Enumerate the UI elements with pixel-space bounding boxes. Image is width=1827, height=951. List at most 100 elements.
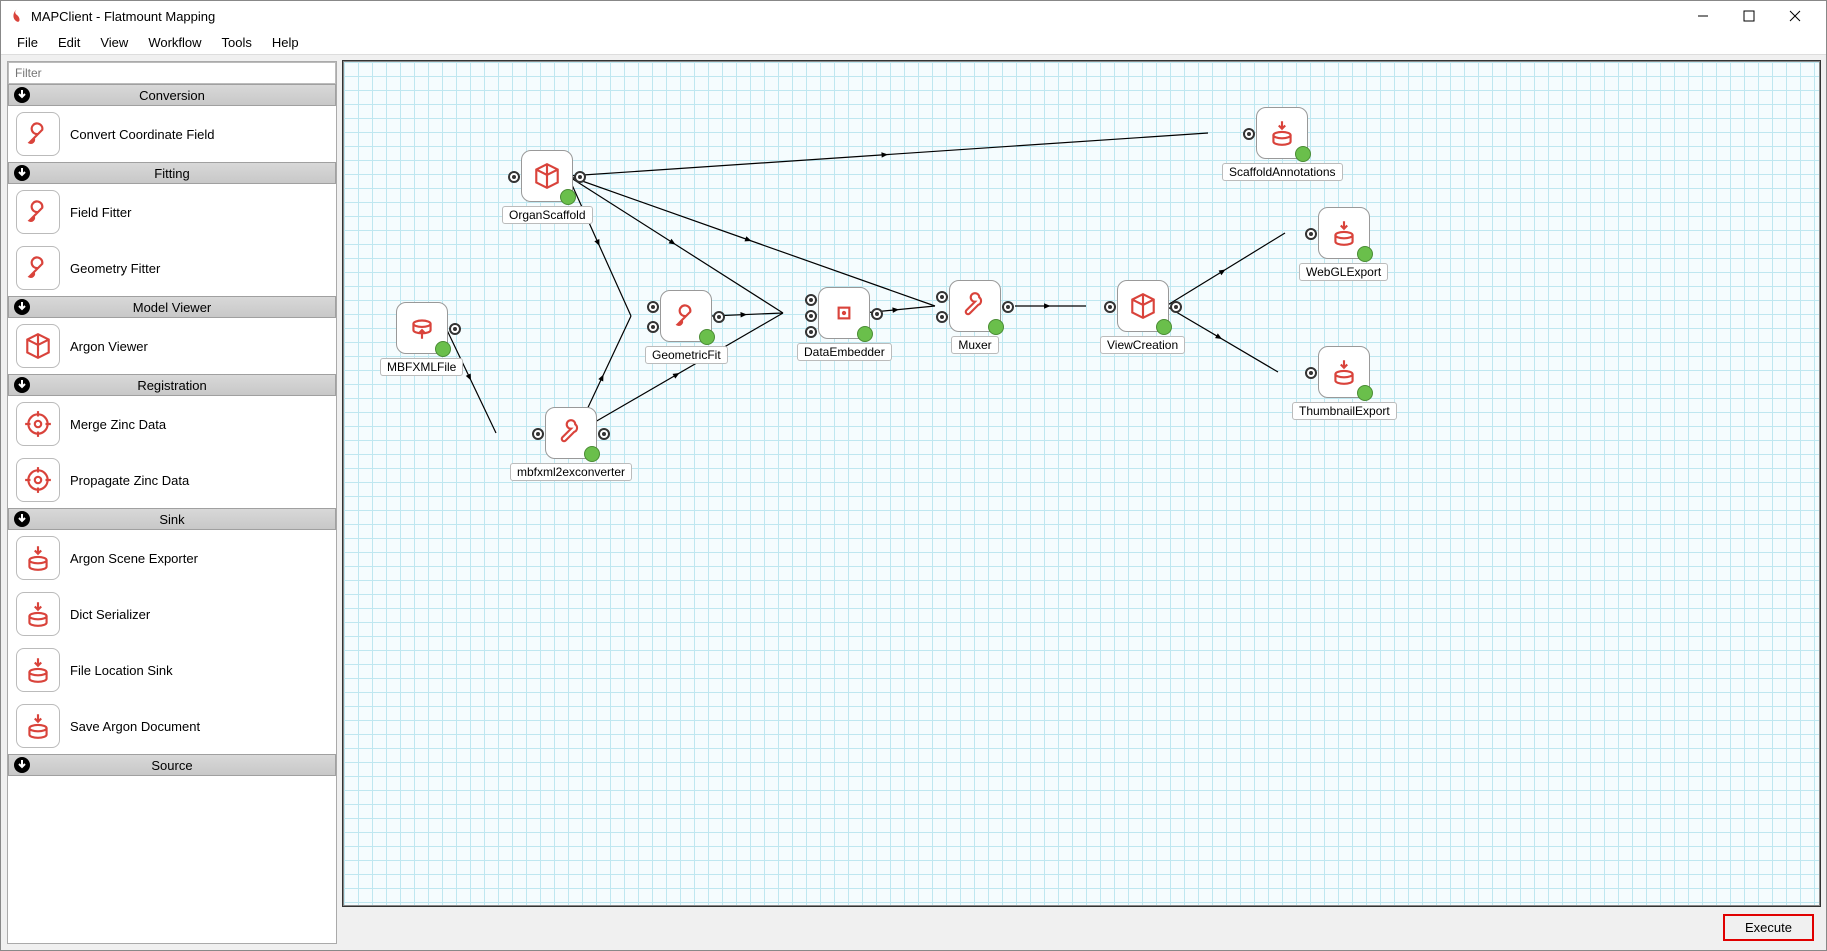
port-out[interactable] — [449, 323, 461, 335]
status-ok-icon — [1357, 246, 1373, 262]
port-in[interactable] — [805, 326, 817, 338]
port-in[interactable] — [647, 301, 659, 313]
collapse-icon — [13, 376, 31, 394]
port-in[interactable] — [1104, 301, 1116, 313]
port-in[interactable] — [805, 294, 817, 306]
port-in[interactable] — [805, 310, 817, 322]
status-ok-icon — [1357, 385, 1373, 401]
port-out[interactable] — [1002, 301, 1014, 313]
category-title: Model Viewer — [9, 300, 335, 315]
workflow-canvas[interactable]: OrganScaffold MBFXMLFile mbfxml2exconverte… — [343, 61, 1820, 906]
menu-edit[interactable]: Edit — [48, 33, 90, 52]
status-ok-icon — [699, 329, 715, 345]
cube-icon — [1128, 291, 1158, 321]
tool-label: Field Fitter — [70, 205, 131, 220]
category-title: Registration — [9, 378, 335, 393]
port-out[interactable] — [1170, 301, 1182, 313]
tool-item[interactable]: Convert Coordinate Field — [8, 106, 336, 162]
tool-label: Argon Viewer — [70, 339, 148, 354]
port-in[interactable] — [647, 321, 659, 333]
port-out[interactable] — [871, 308, 883, 320]
tool-label: Dict Serializer — [70, 607, 150, 622]
filter-input[interactable] — [8, 62, 336, 84]
workflow-node-mbfxmlfile[interactable]: MBFXMLFile — [380, 302, 463, 376]
close-button[interactable] — [1772, 1, 1818, 31]
node-label: WebGLExport — [1299, 263, 1388, 281]
workflow-node-mbfxml2exconverter[interactable]: mbfxml2exconverter — [510, 407, 632, 481]
tool-item[interactable]: Propagate Zinc Data — [8, 452, 336, 508]
port-in[interactable] — [532, 428, 544, 440]
wrench-icon — [16, 112, 60, 156]
menu-tools[interactable]: Tools — [212, 33, 262, 52]
database-icon — [16, 704, 60, 748]
tool-sidebar: Conversion Convert Coordinate Field Fittin… — [7, 61, 337, 944]
database-icon — [16, 536, 60, 580]
menu-help[interactable]: Help — [262, 33, 309, 52]
port-in[interactable] — [508, 171, 520, 183]
workflow-node-thumbnailexport[interactable]: ThumbnailExport — [1292, 346, 1397, 420]
node-label: ScaffoldAnnotations — [1222, 163, 1343, 181]
node-box — [1256, 107, 1308, 159]
tool-item[interactable]: Save Argon Document — [8, 698, 336, 754]
node-box — [396, 302, 448, 354]
category-title: Fitting — [9, 166, 335, 181]
category-header-sink[interactable]: Sink — [8, 508, 336, 530]
workflow-node-geometricfit[interactable]: GeometricFit — [645, 290, 728, 364]
status-ok-icon — [1156, 319, 1172, 335]
execute-button[interactable]: Execute — [1723, 914, 1814, 941]
workflow-node-dataembedder[interactable]: DataEmbedder — [797, 287, 892, 361]
wrench-icon — [16, 190, 60, 234]
port-in[interactable] — [936, 311, 948, 323]
workflow-node-muxer[interactable]: Muxer — [949, 280, 1001, 354]
workflow-node-webglexport[interactable]: WebGLExport — [1299, 207, 1388, 281]
minimize-button[interactable] — [1680, 1, 1726, 31]
category-header-source[interactable]: Source — [8, 754, 336, 776]
menu-workflow[interactable]: Workflow — [138, 33, 211, 52]
node-box — [545, 407, 597, 459]
node-label: DataEmbedder — [797, 343, 892, 361]
wrench-tool-icon — [960, 291, 990, 321]
node-box — [1318, 207, 1370, 259]
category-header-registration[interactable]: Registration — [8, 374, 336, 396]
tool-item[interactable]: Merge Zinc Data — [8, 396, 336, 452]
port-in[interactable] — [1305, 367, 1317, 379]
port-out[interactable] — [598, 428, 610, 440]
workflow-node-scaffoldannotations[interactable]: ScaffoldAnnotations — [1222, 107, 1343, 181]
cube-icon — [16, 324, 60, 368]
port-in[interactable] — [1305, 228, 1317, 240]
window-titlebar: MAPClient - Flatmount Mapping — [1, 1, 1826, 31]
maximize-button[interactable] — [1726, 1, 1772, 31]
status-ok-icon — [1295, 146, 1311, 162]
node-label: ViewCreation — [1100, 336, 1185, 354]
node-label: MBFXMLFile — [380, 358, 463, 376]
menubar: File Edit View Workflow Tools Help — [1, 31, 1826, 55]
wrench-tool-icon — [556, 418, 586, 448]
tool-item[interactable]: File Location Sink — [8, 642, 336, 698]
menu-file[interactable]: File — [7, 33, 48, 52]
status-ok-icon — [988, 319, 1004, 335]
workflow-node-viewcreation[interactable]: ViewCreation — [1100, 280, 1185, 354]
node-label: Muxer — [951, 336, 998, 354]
port-out[interactable] — [574, 171, 586, 183]
category-header-conversion[interactable]: Conversion — [8, 84, 336, 106]
tool-item[interactable]: Dict Serializer — [8, 586, 336, 642]
wrench-icon — [671, 301, 701, 331]
category-title: Conversion — [9, 88, 335, 103]
category-header-model-viewer[interactable]: Model Viewer — [8, 296, 336, 318]
status-ok-icon — [584, 446, 600, 462]
tool-item[interactable]: Geometry Fitter — [8, 240, 336, 296]
tool-item[interactable]: Argon Viewer — [8, 318, 336, 374]
status-ok-icon — [435, 341, 451, 357]
tool-label: Propagate Zinc Data — [70, 473, 189, 488]
port-in[interactable] — [936, 291, 948, 303]
category-header-fitting[interactable]: Fitting — [8, 162, 336, 184]
workflow-node-organscaffold[interactable]: OrganScaffold — [502, 150, 593, 224]
node-label: GeometricFit — [645, 346, 728, 364]
port-out[interactable] — [713, 311, 725, 323]
tool-item[interactable]: Argon Scene Exporter — [8, 530, 336, 586]
menu-view[interactable]: View — [90, 33, 138, 52]
port-in[interactable] — [1243, 128, 1255, 140]
node-box — [1318, 346, 1370, 398]
tool-item[interactable]: Field Fitter — [8, 184, 336, 240]
category-title: Sink — [9, 512, 335, 527]
